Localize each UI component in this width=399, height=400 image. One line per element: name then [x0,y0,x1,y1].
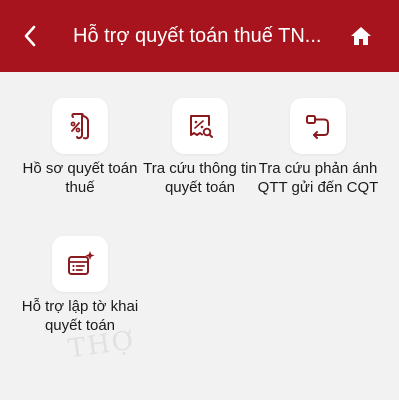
tile-icon-box [290,98,346,154]
back-button[interactable] [16,22,44,50]
lookup-receipt-icon [190,115,213,138]
tile-label: Tra cứu phản ánh QTT gửi đến CQT [257,160,379,196]
tile-label: Tra cứu thông tin quyết toán [143,160,257,196]
tile-label: Hỗ trợ lập tờ khai quyết toán [21,298,139,334]
tile-icon-box [172,98,228,154]
tile-tax-records[interactable]: Hồ sơ quyết toán thuế [17,98,143,197]
main-content: Hồ sơ quyết toán thuế Tra cứu thông tin … [0,72,399,400]
tile-declaration-support[interactable]: Hỗ trợ lập tờ khai quyết toán [17,236,143,335]
chevron-left-icon [24,25,36,47]
home-icon [351,27,371,45]
tax-document-icon [70,113,89,140]
app-header: Hỗ trợ quyết toán thuế TN... [0,0,399,72]
tile-icon-box [52,236,108,292]
tile-label: Hồ sơ quyết toán thuế [22,160,138,196]
tile-lookup-settlement[interactable]: Tra cứu thông tin quyết toán [137,98,263,197]
feedback-route-icon [306,115,329,139]
tile-icon-box [52,98,108,154]
home-button[interactable] [347,22,375,50]
form-sparkle-icon [68,251,95,275]
tile-lookup-feedback[interactable]: Tra cứu phản ánh QTT gửi đến CQT [255,98,381,197]
page-title: Hỗ trợ quyết toán thuế TN... [73,25,322,47]
